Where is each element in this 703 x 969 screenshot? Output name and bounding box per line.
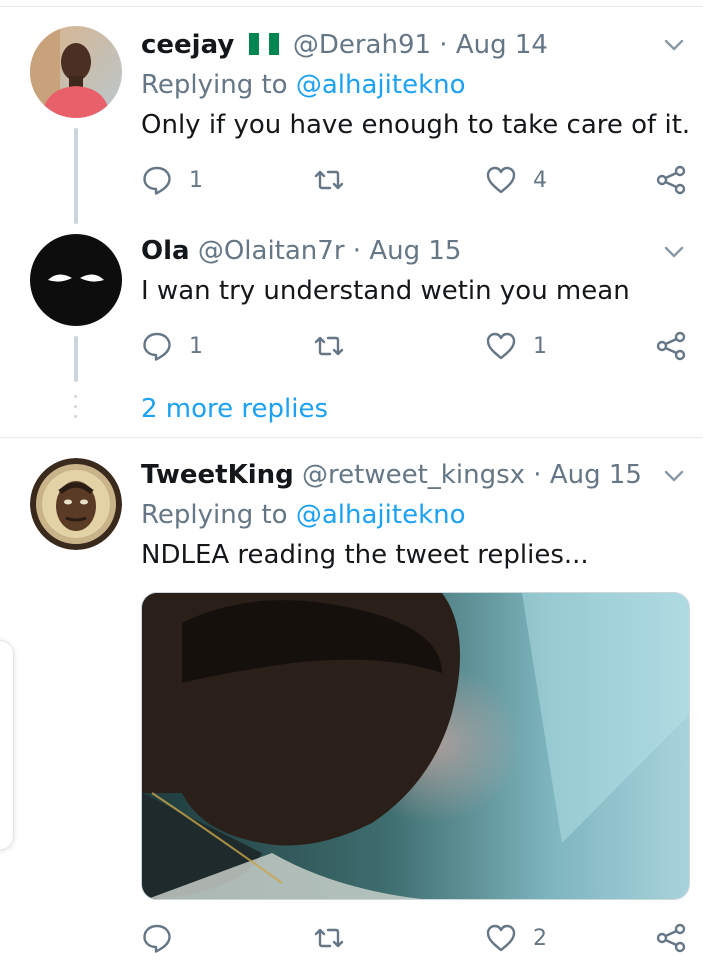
- retweet-icon: [314, 170, 344, 190]
- tweet-date[interactable]: Aug 15: [550, 460, 642, 490]
- tweet-media-image[interactable]: [141, 592, 690, 900]
- top-divider: [0, 6, 703, 7]
- user-handle[interactable]: @Derah91: [293, 30, 431, 60]
- like-button[interactable]: 2: [485, 920, 547, 956]
- thread-connector: [74, 336, 78, 382]
- share-button[interactable]: [655, 162, 687, 198]
- chevron-down-icon[interactable]: [663, 34, 685, 56]
- replying-to: Replying to @alhajitekno: [141, 497, 466, 533]
- reply-button[interactable]: [141, 920, 189, 956]
- nigeria-flag-icon: [248, 33, 281, 55]
- thread-dots: [74, 395, 78, 425]
- reply-count: 1: [189, 333, 203, 359]
- chevron-down-icon[interactable]: [663, 465, 685, 487]
- separator-dot: ·: [439, 30, 448, 60]
- tweet-text: NDLEA reading the tweet replies...: [141, 540, 589, 570]
- like-count: 4: [533, 167, 547, 193]
- heart-icon: [486, 166, 516, 194]
- display-name[interactable]: ceejay: [141, 30, 234, 60]
- user-handle[interactable]: @Olaitan7r: [198, 236, 345, 266]
- replying-prefix: Replying to: [141, 500, 288, 530]
- thread-connector: [74, 128, 78, 224]
- heart-icon: [486, 332, 516, 360]
- tweet-actions: 1 4: [141, 162, 691, 198]
- tweet-date[interactable]: Aug 15: [369, 236, 461, 266]
- retweet-button[interactable]: [313, 328, 361, 364]
- tweet-text: I wan try understand wetin you mean: [141, 276, 630, 306]
- share-button[interactable]: [655, 920, 687, 956]
- reply-icon: [143, 924, 171, 953]
- reply-count: 1: [189, 167, 203, 193]
- conversation-divider: [0, 437, 703, 438]
- tweet-header: Ola @Olaitan7r · Aug 15: [141, 233, 461, 269]
- retweet-icon: [314, 928, 344, 948]
- like-count: 1: [533, 333, 547, 359]
- separator-dot: ·: [352, 236, 362, 266]
- separator-dot: ·: [533, 460, 542, 490]
- reply-icon: [143, 166, 171, 195]
- edge-panel-handle[interactable]: [0, 640, 14, 850]
- retweet-icon: [314, 336, 344, 356]
- reply-button[interactable]: 1: [141, 162, 203, 198]
- like-count: 2: [533, 925, 547, 951]
- heart-icon: [486, 924, 516, 952]
- replying-to: Replying to @alhajitekno: [141, 67, 466, 103]
- tweet-date[interactable]: Aug 14: [456, 30, 548, 60]
- reply-button[interactable]: 1: [141, 328, 203, 364]
- display-name[interactable]: TweetKing: [141, 460, 294, 490]
- chevron-down-icon[interactable]: [663, 241, 685, 263]
- mention-link[interactable]: @alhajitekno: [296, 500, 466, 530]
- like-button[interactable]: 1: [485, 328, 547, 364]
- more-replies-link[interactable]: 2 more replies: [141, 391, 328, 427]
- share-button[interactable]: [655, 328, 687, 364]
- reply-icon: [143, 332, 171, 361]
- retweet-button[interactable]: [313, 162, 361, 198]
- tweet-header: TweetKing @retweet_kingsx · Aug 15: [141, 457, 642, 493]
- mention-link[interactable]: @alhajitekno: [296, 70, 466, 100]
- share-icon: [656, 923, 686, 953]
- tweet-actions: 2: [141, 920, 691, 956]
- tweet-text: Only if you have enough to take care of …: [141, 110, 691, 140]
- tweet-header: ceejay @Derah91 · Aug 14: [141, 27, 548, 63]
- avatar-ceejay[interactable]: [30, 26, 122, 118]
- tweet-actions: 1 1: [141, 328, 691, 364]
- share-icon: [656, 331, 686, 361]
- user-handle[interactable]: @retweet_kingsx: [302, 460, 525, 490]
- like-button[interactable]: 4: [485, 162, 547, 198]
- share-icon: [656, 165, 686, 195]
- retweet-button[interactable]: [313, 920, 361, 956]
- avatar-tweetking[interactable]: [30, 458, 122, 550]
- display-name[interactable]: Ola: [141, 236, 190, 266]
- replying-prefix: Replying to: [141, 70, 288, 100]
- avatar-ola[interactable]: [30, 234, 122, 326]
